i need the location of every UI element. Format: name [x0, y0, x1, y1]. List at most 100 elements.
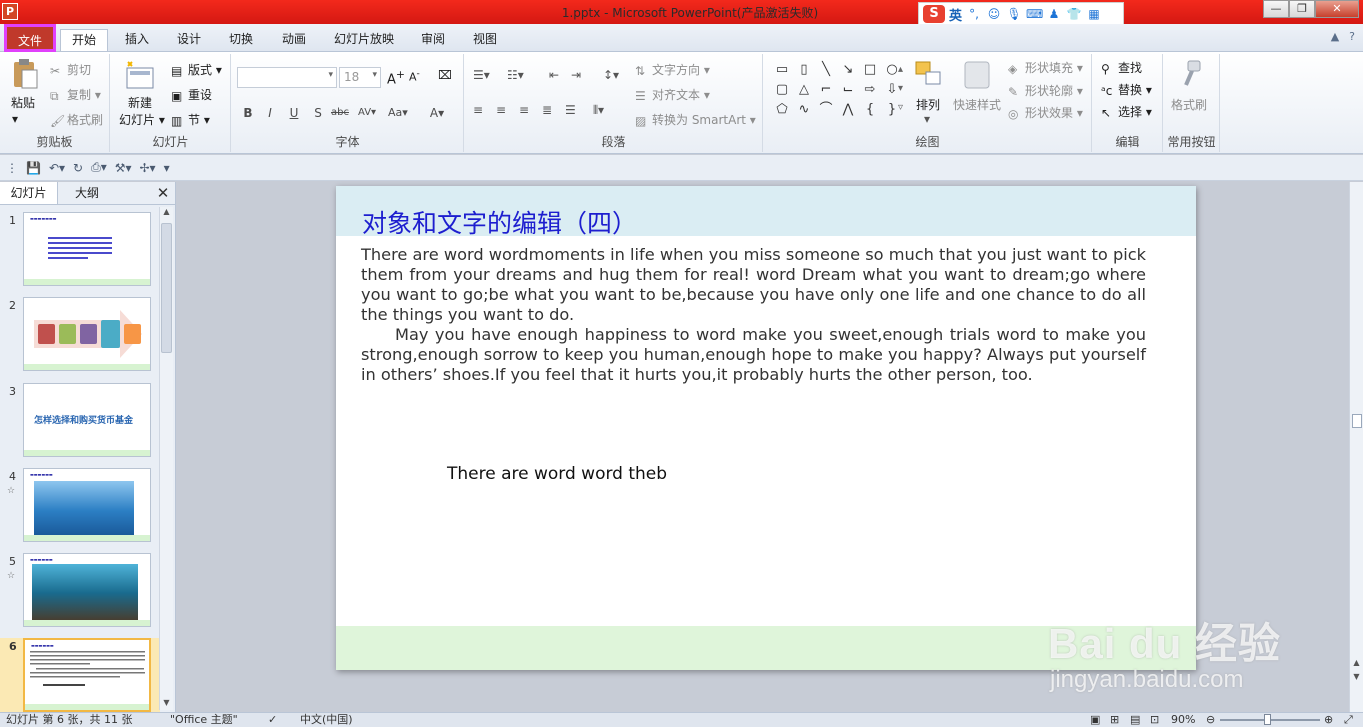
close-panel-icon[interactable]: ✕ [151, 182, 175, 204]
distributed-icon[interactable]: ☰ [565, 103, 576, 117]
line-spacing-icon[interactable]: ↕▾ [603, 68, 619, 82]
grow-font-icon[interactable]: A+ [387, 68, 405, 87]
reading-view-icon[interactable]: ▤ [1130, 713, 1140, 727]
redo-icon[interactable]: ↻ [73, 161, 83, 175]
spellcheck-icon[interactable]: ✓ [268, 713, 277, 727]
scroll-down-icon[interactable]: ▼ [160, 698, 173, 710]
font-size-combo[interactable]: 18 ▾ [339, 67, 381, 88]
tab-transitions[interactable]: 切换 [222, 29, 260, 51]
arrange-icon[interactable] [914, 59, 944, 91]
clear-format-icon[interactable]: ⌧ [438, 68, 452, 82]
grid-menu-icon[interactable]: ▦ [1086, 7, 1102, 21]
zoom-slider-knob[interactable] [1264, 714, 1271, 725]
scroll-thumb[interactable] [161, 223, 172, 353]
qat-more-icon[interactable]: ▾ [164, 161, 170, 175]
quick-styles-button[interactable]: 快速样式 [953, 96, 1001, 113]
text-direction-button[interactable]: ⇅ 文字方向 ▾ [635, 61, 710, 78]
skin-icon[interactable]: 👕 [1066, 7, 1082, 21]
justify-icon[interactable]: ≣ [542, 103, 552, 117]
normal-view-icon[interactable]: ▣ [1090, 713, 1100, 727]
align-center-icon[interactable]: ≡ [496, 103, 506, 117]
save-icon[interactable]: 💾 [26, 161, 41, 175]
format-painter-button[interactable]: 🖌 格式刷 [50, 111, 103, 128]
align-right-icon[interactable]: ≡ [519, 103, 529, 117]
section-button[interactable]: ▥ 节 ▾ [171, 111, 210, 128]
shape-gallery-scroll-icon[interactable]: ▴ ▾ ▿ [898, 60, 903, 117]
canvas-scroll-thumb[interactable] [1352, 414, 1362, 428]
select-button[interactable]: ↖ 选择 ▾ [1101, 103, 1152, 120]
numbering-icon[interactable]: ☷▾ [507, 68, 524, 82]
convert-smartart-button[interactable]: ▨ 转换为 SmartArt ▾ [635, 111, 756, 128]
paste-icon[interactable] [10, 58, 40, 90]
slide-thumbnail-1[interactable]: 1 ▬▬▬▬▬▬▬ [0, 212, 160, 288]
slide-textbox[interactable]: There are word word theb [447, 464, 667, 484]
tab-outline-panel[interactable]: 大纲 [58, 182, 116, 204]
slide-sorter-icon[interactable]: ⊞ [1110, 713, 1119, 727]
zoom-out-icon[interactable]: ⊖ [1206, 713, 1215, 727]
shrink-font-icon[interactable]: A- [409, 68, 420, 84]
font-color-icon[interactable]: A▾ [428, 104, 446, 122]
minimize-button[interactable]: — [1263, 0, 1289, 18]
next-slide-icon[interactable]: ▼ [1350, 672, 1363, 684]
slide-thumbnail-2[interactable]: 2 [0, 297, 160, 373]
decrease-indent-icon[interactable]: ⇤ [549, 68, 559, 82]
tab-view[interactable]: 视图 [466, 29, 504, 51]
maximize-button[interactable]: ❐ [1289, 0, 1315, 18]
tab-file[interactable]: 文件 [4, 24, 56, 52]
paste-dropdown-icon[interactable]: ▾ [12, 112, 18, 126]
slideshow-view-icon[interactable]: ⊡ [1150, 713, 1159, 727]
slide-title[interactable]: 对象和文字的编辑（四） [362, 204, 637, 240]
shape-fill-button[interactable]: ◈ 形状填充 ▾ [1008, 59, 1083, 76]
strikethrough-icon[interactable]: abc [331, 104, 349, 122]
shape-effects-button[interactable]: ◎ 形状效果 ▾ [1008, 104, 1083, 121]
slide-thumbnail-3[interactable]: 3 怎样选择和购买货币基金 [0, 383, 160, 459]
close-button[interactable]: ✕ [1315, 0, 1359, 18]
replace-button[interactable]: ᵃc 替换 ▾ [1101, 81, 1152, 98]
keyboard-icon[interactable]: ⌨ [1026, 7, 1043, 21]
help-icon[interactable]: ? [1349, 30, 1355, 43]
slide-body-text[interactable]: There are word wordmoments in life when … [361, 245, 1146, 385]
char-spacing-icon[interactable]: AV▾ [358, 104, 376, 122]
tab-review[interactable]: 审阅 [414, 29, 452, 51]
underline-icon[interactable]: U [285, 104, 303, 122]
ime-language[interactable]: 英 [949, 5, 962, 24]
powerpoint-app-icon[interactable]: P [2, 3, 18, 20]
slide-thumbnail-5[interactable]: 5 ☆ ▬▬▬▬▬▬ [0, 553, 160, 629]
find-button[interactable]: ⚲ 查找 [1101, 59, 1142, 76]
zoom-slider[interactable] [1220, 714, 1320, 725]
format-painter-big-icon[interactable] [1176, 59, 1206, 91]
align-text-button[interactable]: ☰ 对齐文本 ▾ [635, 86, 710, 103]
tab-insert[interactable]: 插入 [118, 29, 156, 51]
print-preview-icon[interactable]: ⎙▾ [91, 160, 107, 175]
tab-slideshow[interactable]: 幻灯片放映 [327, 29, 401, 51]
layout-button[interactable]: ▤ 版式 ▾ [171, 61, 222, 78]
prev-slide-icon[interactable]: ▲ [1350, 658, 1363, 670]
align-left-icon[interactable]: ≡ [473, 103, 483, 117]
panel-scrollbar[interactable]: ▲ ▼ [159, 207, 173, 710]
arrange-dropdown-icon[interactable]: ▾ [924, 112, 930, 126]
font-family-combo[interactable]: ▾ [237, 67, 337, 88]
zoom-level[interactable]: 90% [1171, 713, 1195, 727]
fit-to-window-icon[interactable]: ⤢ [1344, 713, 1353, 727]
microphone-icon[interactable]: 🎙 [1006, 7, 1022, 21]
paste-button[interactable]: 粘贴 [11, 94, 35, 111]
tab-slides-panel[interactable]: 幻灯片 [0, 182, 58, 204]
copy-button[interactable]: ⧉ 复制 ▾ [50, 86, 101, 103]
user-icon[interactable]: ♟ [1046, 7, 1062, 21]
emoji-icon[interactable]: ☺ [986, 7, 1002, 21]
sogou-logo-icon[interactable]: S [923, 5, 945, 23]
arrange-button[interactable]: 排列 [916, 96, 940, 113]
tab-design[interactable]: 设计 [170, 29, 208, 51]
new-slide-icon[interactable] [125, 60, 155, 92]
format-painter-big-button[interactable]: 格式刷 [1171, 96, 1207, 113]
current-slide[interactable]: 对象和文字的编辑（四） There are word wordmoments i… [336, 186, 1196, 670]
change-case-icon[interactable]: Aa▾ [388, 104, 408, 122]
new-slide-dropdown[interactable]: 幻灯片 ▾ [119, 111, 165, 128]
italic-icon[interactable]: I [261, 104, 279, 122]
shape-outline-button[interactable]: ✎ 形状轮廓 ▾ [1008, 82, 1083, 99]
undo-icon[interactable]: ↶▾ [49, 161, 65, 175]
ime-toolbar[interactable]: S 英 °, ☺ 🎙 ⌨ ♟ 👕 ▦ [918, 2, 1124, 26]
tab-home[interactable]: 开始 [60, 29, 108, 51]
tab-animations[interactable]: 动画 [275, 29, 313, 51]
customize-icon[interactable]: ✢▾ [140, 161, 156, 175]
